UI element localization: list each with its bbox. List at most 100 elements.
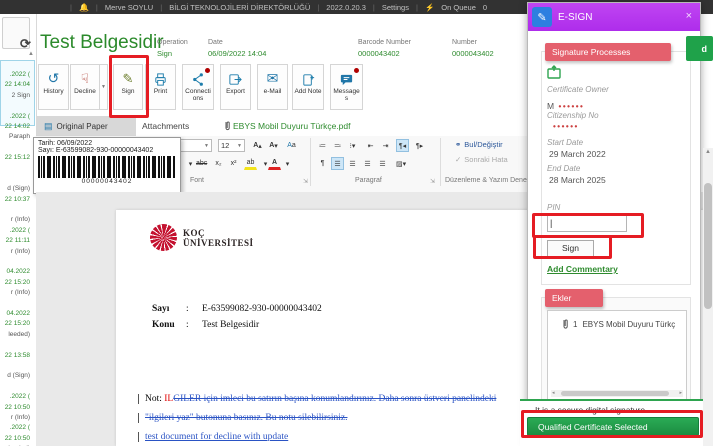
document-list-sidebar[interactable]: ▲ .2022 (22 14:042 Sign.2022 (22 14:02Pa… bbox=[0, 14, 37, 446]
list-item[interactable]: 22 11:11 bbox=[0, 236, 33, 246]
list-item[interactable]: .2022 ( bbox=[0, 392, 33, 402]
scroll-left-icon[interactable]: ◂ bbox=[552, 390, 555, 397]
font-group-expand-icon[interactable]: ⇲ bbox=[303, 178, 308, 185]
highlight-color-button[interactable]: ab bbox=[244, 157, 257, 170]
add-commentary-link[interactable]: Add Commentary bbox=[547, 264, 618, 274]
superscript-button[interactable]: x² bbox=[227, 157, 240, 170]
horizontal-scrollbar[interactable]: ◂ ▸ bbox=[551, 390, 683, 397]
list-item[interactable] bbox=[0, 101, 33, 111]
numbered-list-button[interactable]: ≕ bbox=[331, 139, 344, 152]
sign-button[interactable]: ✎ Sign bbox=[113, 64, 143, 110]
list-item[interactable]: r (Info) bbox=[0, 247, 33, 257]
list-item[interactable]: 22 14:04 bbox=[0, 80, 33, 90]
list-item[interactable]: d (Sign) bbox=[0, 184, 33, 194]
esign-panel-header[interactable]: ✎ E-SIGN × bbox=[528, 3, 700, 31]
ltr-text-button[interactable]: ¶▸ bbox=[413, 139, 426, 152]
scroll-up-icon[interactable]: ▲ bbox=[705, 149, 711, 155]
esign-attachment-list[interactable]: 1 EBYS Mobil Duyuru Türkç ◂ ▸ bbox=[547, 310, 687, 400]
list-item[interactable] bbox=[0, 299, 33, 309]
history-button[interactable]: ↺ History bbox=[38, 64, 69, 110]
list-item[interactable]: 22 10:50 bbox=[0, 434, 33, 444]
list-item[interactable]: r (Info) bbox=[0, 413, 33, 423]
align-right-button[interactable]: ☰ bbox=[361, 157, 374, 170]
email-button[interactable]: ✉ e-Mail bbox=[257, 64, 288, 110]
list-item[interactable] bbox=[0, 340, 33, 350]
align-left-button[interactable]: ☰ bbox=[331, 157, 344, 170]
align-center-button[interactable]: ☰ bbox=[346, 157, 359, 170]
list-item[interactable]: leeded) bbox=[0, 330, 33, 340]
list-item[interactable]: 04.2022 bbox=[0, 309, 33, 319]
list-item[interactable]: .2022 ( bbox=[0, 112, 33, 122]
list-item[interactable]: 22 15:20 bbox=[0, 319, 33, 329]
add-note-button[interactable]: Add Note bbox=[292, 64, 324, 110]
list-item[interactable]: 04.2022 bbox=[0, 267, 33, 277]
rtl-text-button[interactable]: ¶◂ bbox=[396, 139, 409, 152]
topbar-settings[interactable]: Settings bbox=[382, 3, 409, 12]
list-item[interactable] bbox=[0, 143, 33, 153]
font-color-button[interactable]: A bbox=[268, 157, 281, 170]
text-effects-button[interactable]: Aa bbox=[285, 139, 298, 152]
decline-dropdown[interactable]: ▼ bbox=[99, 64, 108, 110]
list-item[interactable] bbox=[0, 174, 33, 184]
increase-indent-button[interactable]: ⇥ bbox=[379, 139, 392, 152]
scrollbar-thumb[interactable] bbox=[704, 183, 712, 309]
print-button[interactable]: Print bbox=[145, 64, 176, 110]
attachment-row[interactable]: 1 EBYS Mobil Duyuru Türkç bbox=[560, 319, 686, 330]
list-item[interactable] bbox=[0, 164, 33, 174]
paragraph-group-expand-icon[interactable]: ⇲ bbox=[430, 178, 435, 185]
notifications-bell-icon[interactable]: 🔔 bbox=[79, 3, 89, 12]
next-error-button[interactable]: ✓ Sonraki Hata bbox=[455, 155, 508, 164]
grow-font-button[interactable]: A▴ bbox=[251, 139, 264, 152]
list-item[interactable]: 22 15:20 bbox=[0, 278, 33, 288]
tab-attachments[interactable]: Attachments bbox=[142, 121, 189, 131]
list-item[interactable]: 2 Sign bbox=[0, 91, 33, 101]
find-replace-button[interactable]: ⚭ Bul/Değiştir bbox=[455, 140, 503, 149]
export-button[interactable]: Export bbox=[220, 64, 251, 110]
list-item[interactable]: 22 10:37 bbox=[0, 195, 33, 205]
topbar-user[interactable]: Merve SOYLU bbox=[105, 3, 153, 12]
refresh-icon[interactable]: ⟳ bbox=[20, 36, 31, 52]
list-item[interactable]: r (Info) bbox=[0, 215, 33, 225]
justify-button[interactable]: ☰ bbox=[376, 157, 389, 170]
close-icon[interactable]: × bbox=[686, 10, 692, 22]
qualified-certificate-status[interactable]: Qualified Certificate Selected bbox=[527, 417, 699, 436]
connections-button[interactable]: Connections bbox=[182, 64, 214, 110]
font-size-select[interactable]: 12▼ bbox=[218, 139, 245, 152]
list-item[interactable] bbox=[0, 257, 33, 267]
list-item[interactable] bbox=[0, 205, 33, 215]
tab-original-paper[interactable]: ▤ Original Paper bbox=[36, 116, 136, 136]
pin-input[interactable]: | bbox=[547, 215, 627, 232]
list-item[interactable]: d (Sign) bbox=[0, 371, 33, 381]
vertical-scrollbar[interactable]: ▲ bbox=[703, 148, 713, 446]
pilcrow-button[interactable]: ¶ bbox=[316, 157, 329, 170]
list-item[interactable]: .2022 ( bbox=[0, 226, 33, 236]
strikethrough-button[interactable]: abc bbox=[194, 157, 209, 170]
multilevel-list-button[interactable]: ⁝▾ bbox=[346, 139, 359, 152]
bullet-list-button[interactable]: ≔ bbox=[316, 139, 329, 152]
note-red-fragment: İL bbox=[164, 394, 173, 404]
list-item[interactable]: 22 13:58 bbox=[0, 351, 33, 361]
subscript-button[interactable]: x₂ bbox=[212, 157, 225, 170]
list-item[interactable] bbox=[0, 361, 33, 371]
list-item[interactable]: Paraph bbox=[0, 132, 33, 142]
topbar-queue-label[interactable]: On Queue bbox=[441, 3, 476, 12]
scroll-right-icon[interactable]: ▸ bbox=[679, 390, 682, 397]
list-item[interactable] bbox=[0, 382, 33, 392]
esign-sign-button[interactable]: Sign bbox=[547, 240, 594, 257]
messages-button[interactable]: Messages bbox=[330, 64, 363, 110]
decline-button[interactable]: ☟ Decline bbox=[70, 64, 100, 110]
list-item[interactable]: r (Info) bbox=[0, 288, 33, 298]
shading-button[interactable]: ▨▾ bbox=[394, 157, 408, 170]
list-item[interactable]: 22 15:12 bbox=[0, 153, 33, 163]
font-color-dropdown[interactable]: ▾ bbox=[281, 157, 294, 170]
list-item[interactable]: 22 10:50 bbox=[0, 403, 33, 413]
attachment-file-link[interactable]: EBYS Mobil Duyuru Türkçe.pdf bbox=[222, 121, 350, 131]
shrink-font-button[interactable]: A▾ bbox=[267, 139, 280, 152]
sidebar-item-lines[interactable]: .2022 (22 14:042 Sign.2022 (22 14:02Para… bbox=[0, 70, 33, 446]
list-item[interactable]: 22 14:02 bbox=[0, 122, 33, 132]
decrease-indent-button[interactable]: ⇤ bbox=[364, 139, 377, 152]
list-item[interactable]: .2022 ( bbox=[0, 70, 33, 80]
list-item[interactable]: .2022 ( bbox=[0, 423, 33, 433]
test-document-link[interactable]: test document for decline with update bbox=[145, 432, 288, 442]
scrollbar-thumb[interactable] bbox=[561, 391, 669, 396]
